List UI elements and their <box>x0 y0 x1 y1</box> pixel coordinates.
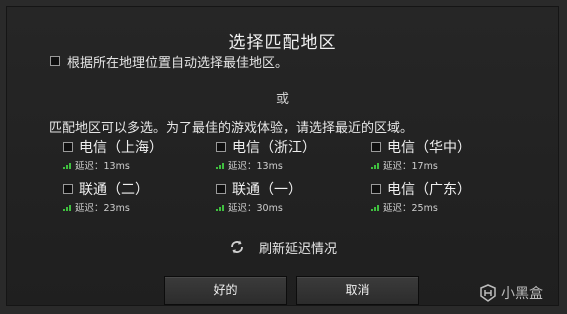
region-checkbox[interactable] <box>371 184 381 194</box>
region-latency: 延迟：30ms <box>216 200 283 214</box>
region-option[interactable]: 联通（二） 延迟：23ms <box>63 179 213 214</box>
dialog-title: 选择匹配地区 <box>228 33 337 53</box>
refresh-label: 刷新延迟情况 <box>259 242 338 257</box>
region-latency: 延迟：13ms <box>216 158 283 172</box>
region-latency: 延迟：17ms <box>371 158 438 172</box>
region-name: 电信（华中） <box>387 140 471 156</box>
multi-select-description: 匹配地区可以多选。为了最佳的游戏体验，请选择最近的区域。 <box>49 121 414 136</box>
cancel-button[interactable]: 取消 <box>296 276 419 305</box>
region-checkbox[interactable] <box>216 184 226 194</box>
region-option[interactable]: 电信（浙江） 延迟：13ms <box>216 137 366 172</box>
region-name: 电信（广东） <box>387 182 471 198</box>
region-select-dialog: 选择匹配地区 根据所在地理位置自动选择最佳地区。 或 匹配地区可以多选。为了最佳… <box>6 6 559 306</box>
region-checkbox[interactable] <box>371 142 381 152</box>
region-option[interactable]: 联通（一） 延迟：30ms <box>216 179 366 214</box>
region-name: 联通（一） <box>232 182 302 198</box>
region-checkbox[interactable] <box>63 184 73 194</box>
ok-button[interactable]: 好的 <box>164 276 287 305</box>
region-option[interactable]: 电信（上海） 延迟：13ms <box>63 137 213 172</box>
region-checkbox[interactable] <box>63 142 73 152</box>
auto-select-label: 根据所在地理位置自动选择最佳地区。 <box>67 56 289 71</box>
region-name: 电信（上海） <box>79 140 163 156</box>
signal-strength-icon <box>371 163 379 169</box>
region-option[interactable]: 电信（广东） 延迟：25ms <box>371 179 521 214</box>
signal-strength-icon <box>63 163 71 169</box>
region-latency: 延迟：13ms <box>63 158 130 172</box>
region-name: 联通（二） <box>79 182 149 198</box>
region-latency: 延迟：23ms <box>63 200 130 214</box>
xiaoheihe-logo-icon <box>480 284 496 302</box>
signal-strength-icon <box>63 205 71 211</box>
region-latency: 延迟：25ms <box>371 200 438 214</box>
region-name: 电信（浙江） <box>232 140 316 156</box>
signal-strength-icon <box>216 163 224 169</box>
refresh-icon <box>231 240 243 254</box>
region-option[interactable]: 电信（华中） 延迟：17ms <box>371 137 521 172</box>
auto-select-checkbox[interactable] <box>50 56 60 66</box>
or-separator: 或 <box>275 92 289 107</box>
signal-strength-icon <box>216 205 224 211</box>
signal-strength-icon <box>371 205 379 211</box>
region-checkbox[interactable] <box>216 142 226 152</box>
watermark-text: 小黑盒 <box>501 286 543 302</box>
